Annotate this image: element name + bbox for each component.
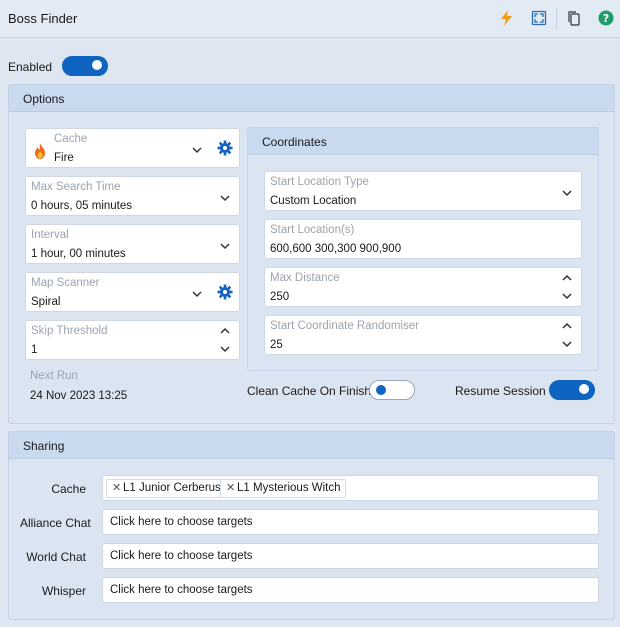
window-title: Boss Finder — [8, 11, 78, 26]
interval-select[interactable]: Interval 1 hour, 00 minutes — [25, 224, 240, 264]
alliance-chat-input[interactable]: Click here to choose targets — [102, 509, 599, 535]
start-coordinate-randomiser-stepper[interactable]: Start Coordinate Randomiser 25 — [264, 315, 582, 355]
lightning-icon[interactable] — [499, 10, 515, 26]
alliance-chat-placeholder: Click here to choose targets — [110, 516, 253, 528]
help-icon[interactable]: ? — [598, 10, 614, 26]
enabled-toggle[interactable] — [62, 56, 108, 76]
toolbar-separator — [556, 8, 557, 30]
coordinates-title: Coordinates — [262, 135, 327, 149]
chevron-down-icon[interactable] — [218, 193, 232, 203]
whisper-label: Whisper — [41, 584, 86, 598]
world-chat-placeholder: Click here to choose targets — [110, 550, 253, 562]
chip-label: L1 Mysterious Witch — [237, 482, 341, 494]
chevron-down-icon[interactable] — [190, 289, 204, 299]
start-coordinate-randomiser-value: 25 — [270, 339, 283, 351]
fullscreen-icon[interactable] — [531, 10, 547, 26]
map-scanner-label: Map Scanner — [31, 277, 100, 289]
resume-session-label: Resume Session — [455, 384, 546, 398]
gear-icon[interactable] — [217, 140, 233, 156]
whisper-input[interactable]: Click here to choose targets — [102, 577, 599, 603]
start-location-type-select[interactable]: Start Location Type Custom Location — [264, 171, 582, 211]
skip-threshold-stepper[interactable]: Skip Threshold 1 — [25, 320, 240, 360]
toggle-knob — [579, 384, 589, 394]
cache-select[interactable]: Cache Fire — [25, 128, 240, 168]
interval-value: 1 hour, 00 minutes — [31, 248, 126, 260]
world-chat-input[interactable]: Click here to choose targets — [102, 543, 599, 569]
chevron-down-icon[interactable] — [218, 241, 232, 251]
start-locations-input[interactable]: Start Location(s) 600,600 300,300 900,90… — [264, 219, 582, 259]
chip-label: L1 Junior Cerberus — [123, 482, 221, 494]
start-locations-value: 600,600 300,300 900,900 — [270, 243, 402, 255]
chevron-up-icon[interactable] — [560, 321, 574, 331]
toggle-knob — [376, 385, 386, 395]
whisper-placeholder: Click here to choose targets — [110, 584, 253, 596]
sharing-cache-input[interactable]: ✕ L1 Junior Cerberus ✕ L1 Mysterious Witch — [102, 475, 599, 501]
start-location-type-value: Custom Location — [270, 195, 357, 207]
chevron-down-icon[interactable] — [560, 339, 574, 349]
map-scanner-value: Spiral — [31, 296, 61, 308]
chevron-up-icon[interactable] — [218, 326, 232, 336]
toggle-knob — [92, 60, 102, 70]
max-search-time-select[interactable]: Max Search Time 0 hours, 05 minutes — [25, 176, 240, 216]
cache-value: Fire — [54, 152, 74, 164]
gear-icon[interactable] — [217, 284, 233, 300]
remove-icon[interactable]: ✕ — [226, 480, 235, 497]
chevron-down-icon[interactable] — [190, 145, 204, 155]
skip-threshold-label: Skip Threshold — [31, 325, 108, 337]
chevron-down-icon[interactable] — [560, 291, 574, 301]
max-search-time-label: Max Search Time — [31, 181, 121, 193]
skip-threshold-value: 1 — [31, 344, 38, 356]
resume-session-toggle[interactable] — [549, 380, 595, 400]
start-location-type-label: Start Location Type — [270, 176, 369, 188]
interval-label: Interval — [31, 229, 69, 241]
options-title: Options — [23, 92, 65, 106]
world-chat-label: World Chat — [26, 550, 86, 564]
chevron-down-icon[interactable] — [560, 188, 574, 198]
max-distance-stepper[interactable]: Max Distance 250 — [264, 267, 582, 307]
clean-cache-toggle[interactable] — [369, 380, 415, 400]
chevron-down-icon[interactable] — [218, 344, 232, 354]
next-run-label: Next Run — [30, 370, 78, 382]
coordinates-header[interactable]: Coordinates — [248, 128, 598, 155]
next-run-value: 24 Nov 2023 13:25 — [30, 390, 128, 402]
options-header[interactable]: Options — [9, 85, 614, 112]
svg-text:?: ? — [603, 12, 609, 25]
cache-chip: ✕ L1 Mysterious Witch — [220, 479, 346, 498]
chevron-up-icon[interactable] — [560, 273, 574, 283]
sharing-header[interactable]: Sharing — [9, 432, 614, 459]
alliance-chat-label: Alliance Chat — [20, 516, 91, 530]
remove-icon[interactable]: ✕ — [112, 480, 121, 497]
start-locations-label: Start Location(s) — [270, 224, 355, 236]
start-coordinate-randomiser-label: Start Coordinate Randomiser — [270, 320, 419, 332]
copy-icon[interactable] — [566, 10, 582, 26]
max-distance-label: Max Distance — [270, 272, 340, 284]
enabled-label: Enabled — [8, 60, 53, 74]
clean-cache-label: Clean Cache On Finish — [247, 384, 372, 398]
max-distance-value: 250 — [270, 291, 290, 303]
map-scanner-select[interactable]: Map Scanner Spiral — [25, 272, 240, 312]
title-bar: Boss Finder ? — [0, 0, 620, 38]
sharing-title: Sharing — [23, 439, 65, 453]
cache-chip: ✕ L1 Junior Cerberus — [106, 479, 226, 498]
max-search-time-value: 0 hours, 05 minutes — [31, 200, 133, 212]
sharing-cache-label: Cache — [51, 482, 86, 496]
cache-label: Cache — [54, 133, 88, 145]
fire-icon — [35, 143, 45, 159]
